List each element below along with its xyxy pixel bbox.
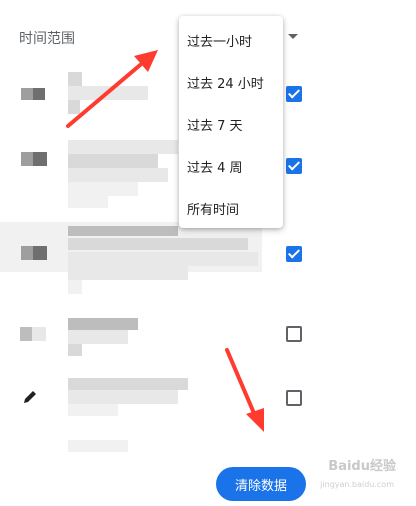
watermark-brand: Baidu经验 bbox=[328, 459, 396, 474]
red-arrow-icon bbox=[246, 408, 264, 432]
red-arrow-icon bbox=[66, 58, 148, 128]
red-arrow-icon bbox=[225, 348, 258, 420]
watermark-url: jingyan.baidu.com bbox=[320, 480, 394, 489]
annotation-arrows bbox=[66, 50, 264, 432]
